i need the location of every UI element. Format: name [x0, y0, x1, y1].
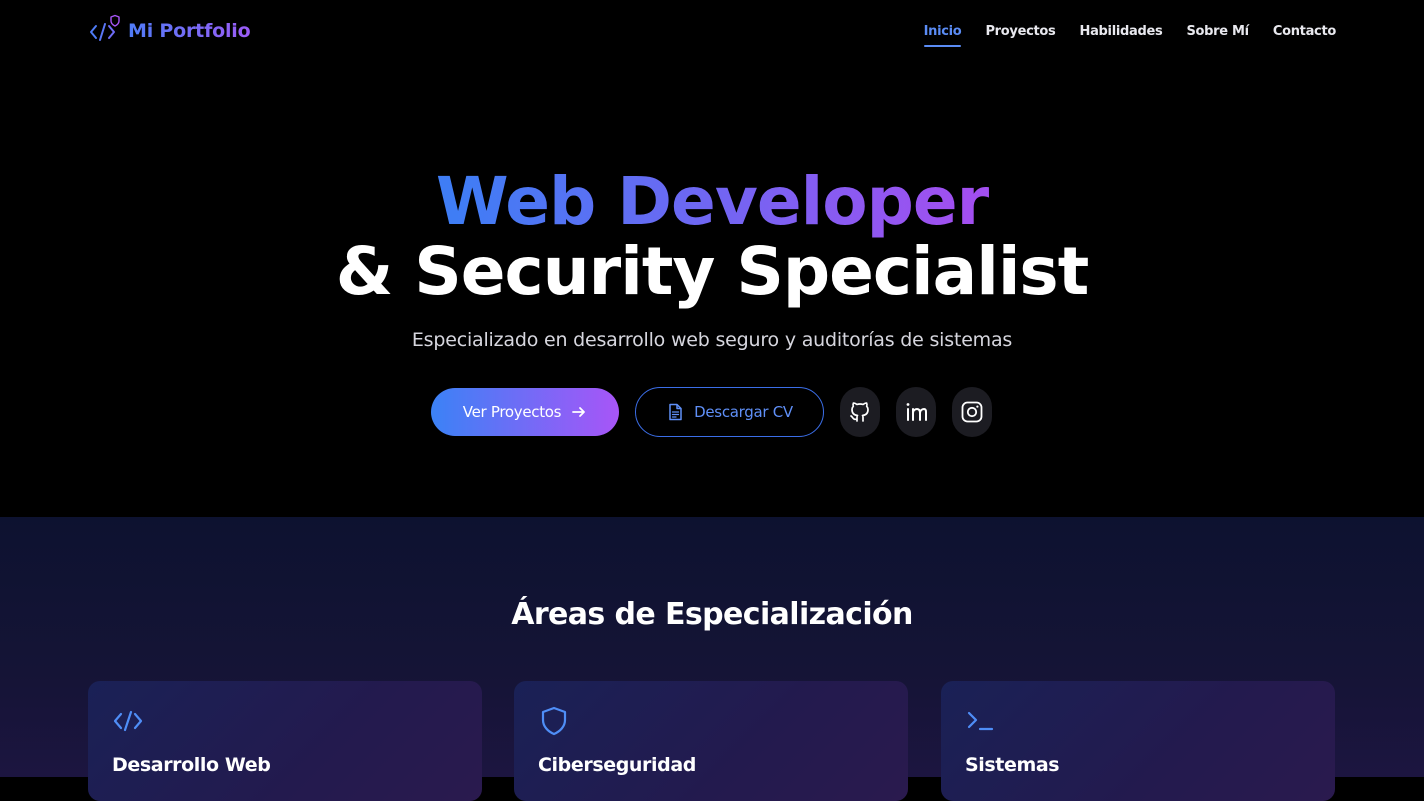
hero-actions: Ver Proyectos Descargar CV [431, 387, 992, 437]
card-title: Desarrollo Web [112, 754, 271, 776]
hero-section: Web Developer & Security Specialist Espe… [0, 66, 1424, 517]
github-icon [850, 402, 869, 422]
card-title: Ciberseguridad [538, 754, 696, 776]
terminal-icon [967, 711, 994, 731]
hero-title-line1: Web Developer [0, 162, 1424, 242]
instagram-icon [961, 401, 983, 423]
view-projects-button[interactable]: Ver Proyectos [431, 388, 619, 436]
nav-item-proyectos[interactable]: Proyectos [985, 24, 1055, 47]
nav-item-inicio[interactable]: Inicio [923, 24, 962, 47]
section-title: Áreas de Especialización [511, 597, 913, 632]
card-cybersecurity[interactable]: Ciberseguridad [514, 681, 908, 801]
nav-item-sobre-mi[interactable]: Sobre Mí [1186, 24, 1249, 47]
arrow-right-icon [572, 407, 586, 417]
card-title: Sistemas [965, 754, 1060, 776]
code-icon [113, 710, 143, 732]
code-shield-icon [90, 14, 120, 41]
nav-item-habilidades[interactable]: Habilidades [1080, 24, 1163, 47]
specialization-section: Áreas de Especialización Desarrollo Web … [0, 517, 1424, 801]
card-systems[interactable]: Sistemas [941, 681, 1335, 801]
brand-name: Mi Portfolio [128, 20, 251, 42]
document-icon [669, 403, 682, 421]
github-link[interactable] [840, 387, 880, 437]
nav-item-contacto[interactable]: Contacto [1273, 24, 1336, 47]
card-web-development[interactable]: Desarrollo Web [88, 681, 482, 801]
instagram-link[interactable] [952, 387, 992, 437]
download-cv-label: Descargar CV [694, 403, 793, 421]
hero-subtitle: Especializado en desarrollo web seguro y… [411, 329, 1013, 351]
linkedin-icon [906, 403, 927, 421]
shield-icon [541, 706, 567, 736]
view-projects-label: Ver Proyectos [462, 403, 562, 421]
linkedin-link[interactable] [896, 387, 936, 437]
download-cv-button[interactable]: Descargar CV [635, 387, 824, 437]
brand-logo[interactable]: Mi Portfolio [88, 14, 251, 48]
main-menu: Inicio Proyectos Habilidades Sobre Mí Co… [923, 24, 1336, 47]
hero-title-line2: & Security Specialist [335, 233, 1090, 310]
top-navbar: Mi Portfolio Inicio Proyectos Habilidade… [0, 0, 1424, 66]
